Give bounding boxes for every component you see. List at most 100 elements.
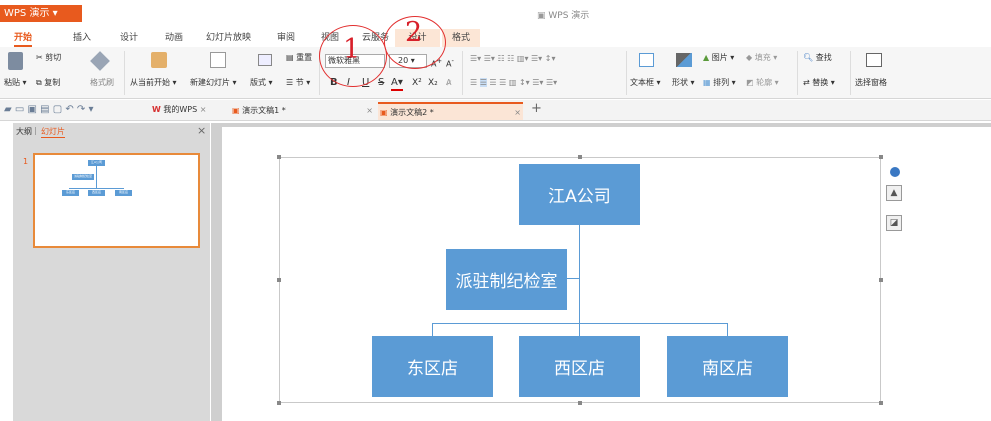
minus-icon[interactable]	[890, 167, 900, 177]
subscript-button[interactable]: X₂	[428, 77, 438, 89]
shape-button[interactable]: 形状 ▾	[672, 77, 695, 89]
resize-handle[interactable]	[879, 401, 883, 405]
outline-button[interactable]: ◩ 轮廓 ▾	[746, 77, 779, 89]
from-current-button[interactable]: 从当前开始 ▾	[130, 77, 177, 89]
document-icon: ▣	[380, 108, 388, 117]
title-bar: WPS 演示 ▾ ▣ WPS 演示	[0, 0, 991, 28]
thumb-connector	[96, 166, 97, 188]
app-logo-icon: ▣	[537, 11, 546, 21]
annotation-number: 2	[405, 17, 423, 48]
tab-format[interactable]: 格式	[442, 29, 480, 47]
fill-icon: ◆	[746, 53, 753, 62]
connector-line	[727, 323, 728, 336]
bullet-list-icon[interactable]: ☰▾ ☰▾ ☷ ☷ ▥▾ ☰▾ ↕▾	[470, 53, 555, 65]
close-icon[interactable]: ×	[366, 102, 373, 120]
close-icon[interactable]: ×	[200, 105, 207, 114]
format-painter-button[interactable]: 格式刷	[90, 77, 114, 89]
document-tab[interactable]: ▣ 演示文稿1 * ×	[230, 102, 375, 120]
org-node-child[interactable]: 西区店	[519, 336, 640, 397]
slide-canvas[interactable]: 江A公司 派驻制纪检室 东区店 西区店 南区店 ▲ ◪	[222, 127, 991, 421]
wps-logo-icon: W	[152, 105, 161, 114]
paste-icon[interactable]	[8, 52, 23, 70]
my-wps-tab[interactable]: W 我的WPS ×	[152, 104, 206, 116]
new-slide-button[interactable]: 新建幻灯片 ▾	[190, 77, 237, 89]
style-icon[interactable]: ▲	[886, 185, 902, 201]
tab-divider: |	[34, 126, 37, 135]
superscript-button[interactable]: X²	[412, 77, 422, 89]
arrange-button[interactable]: ▦ 排列 ▾	[703, 77, 736, 89]
resize-handle[interactable]	[277, 155, 281, 159]
document-icon: ▣	[232, 106, 240, 115]
document-tab-label: 演示文稿1 *	[242, 106, 286, 115]
tab-review[interactable]: 审阅	[277, 29, 295, 47]
selection-pane-button[interactable]: 选择窗格	[855, 77, 887, 89]
resize-handle[interactable]	[879, 278, 883, 282]
tab-design[interactable]: 设计	[120, 29, 138, 47]
my-wps-label: 我的WPS	[163, 105, 198, 114]
textbox-icon[interactable]	[639, 53, 654, 67]
textbox-label: 文本框	[630, 78, 654, 87]
play-from-current-icon[interactable]	[151, 52, 167, 68]
shrink-font-button[interactable]: A-	[446, 55, 454, 71]
tab-animation[interactable]: 动画	[165, 29, 183, 47]
tab-home[interactable]: 开始	[14, 29, 33, 47]
layout-button[interactable]: 版式 ▾	[250, 77, 273, 89]
app-name: WPS 演示	[4, 8, 50, 19]
org-node-child[interactable]: 东区店	[372, 336, 493, 397]
replace-button[interactable]: ⇄ 替换 ▾	[803, 77, 835, 89]
connector-line	[579, 225, 580, 324]
strikethrough-button[interactable]: S	[378, 77, 384, 89]
font-color-button[interactable]: A▾	[391, 77, 403, 91]
selection-pane-icon[interactable]	[866, 53, 882, 67]
picture-button[interactable]: ▲ 图片 ▾	[703, 52, 734, 64]
copy-button[interactable]: ⧉ 复制	[36, 77, 60, 89]
cut-label: 剪切	[45, 53, 62, 62]
thumb-connector	[69, 188, 124, 189]
app-menu-button[interactable]: WPS 演示 ▾	[0, 5, 82, 22]
quick-access-icons[interactable]: ▰ ▭ ▣ ▤ ▢ ↶ ↷ ▾	[4, 104, 94, 116]
resize-handle[interactable]	[277, 278, 281, 282]
tab-slides[interactable]: 幻灯片	[41, 126, 65, 138]
picture-icon: ▲	[703, 53, 710, 62]
org-node-child[interactable]: 南区店	[667, 336, 788, 397]
resize-handle[interactable]	[578, 155, 582, 159]
find-button[interactable]: 🔍︎ 查找	[803, 52, 832, 64]
editing-area: 江A公司 派驻制纪检室 东区店 西区店 南区店 ▲ ◪	[211, 123, 991, 421]
align-icons[interactable]: ☰ ☰ ☰ ☰ ▥ ↕▾ ☰▾ ☰▾	[470, 77, 557, 89]
separator	[850, 51, 851, 95]
new-slide-icon[interactable]	[210, 52, 226, 68]
fill-button[interactable]: ◆ 填充 ▾	[746, 52, 777, 64]
edit-icon[interactable]: ◪	[886, 215, 902, 231]
layout-icon[interactable]	[258, 54, 272, 66]
connector-line	[566, 278, 579, 279]
org-node-top[interactable]: 江A公司	[519, 164, 640, 225]
new-tab-button[interactable]: +	[531, 102, 542, 115]
cut-button[interactable]: ✂ 剪切	[36, 52, 61, 64]
resize-handle[interactable]	[578, 401, 582, 405]
section-label: 节	[295, 78, 304, 87]
tab-slideshow[interactable]: 幻灯片放映	[206, 29, 251, 47]
tab-insert[interactable]: 插入	[73, 29, 91, 47]
pane-tabs: 大纲 | 幻灯片 ×	[13, 124, 210, 140]
clear-format-icon[interactable]: A̷	[446, 77, 451, 89]
document-tab-active[interactable]: ▣ 演示文稿2 * ×	[378, 102, 523, 120]
section-button[interactable]: ☰ 节 ▾	[286, 77, 310, 89]
layout-label: 版式	[250, 78, 266, 87]
shape-icon[interactable]	[676, 53, 692, 67]
resize-handle[interactable]	[879, 155, 883, 159]
paste-button[interactable]: 粘贴 ▾	[4, 77, 27, 89]
shape-label: 形状	[672, 78, 688, 87]
close-pane-icon[interactable]: ×	[197, 124, 206, 137]
reset-button[interactable]: ▤ 重置	[286, 52, 312, 64]
reset-label: 重置	[296, 53, 313, 62]
from-current-label: 从当前开始	[130, 78, 170, 87]
tab-outline[interactable]: 大纲	[16, 126, 32, 137]
slide-thumbnail[interactable]: 江A公司 派驻制纪检室 东区店 西区店 南区店	[33, 153, 200, 248]
textbox-button[interactable]: 文本框 ▾	[630, 77, 661, 89]
menu-tab-row: 开始 插入 设计 动画 幻灯片放映 审阅 视图 云服务 设计 格式	[0, 29, 991, 47]
org-node-assistant[interactable]: 派驻制纪检室	[446, 249, 567, 310]
quick-access-bar: ▰ ▭ ▣ ▤ ▢ ↶ ↷ ▾ W 我的WPS × ▣ 演示文稿1 * × ▣ …	[0, 100, 991, 121]
resize-handle[interactable]	[277, 401, 281, 405]
close-icon[interactable]: ×	[514, 104, 521, 122]
brush-icon[interactable]	[90, 51, 110, 71]
